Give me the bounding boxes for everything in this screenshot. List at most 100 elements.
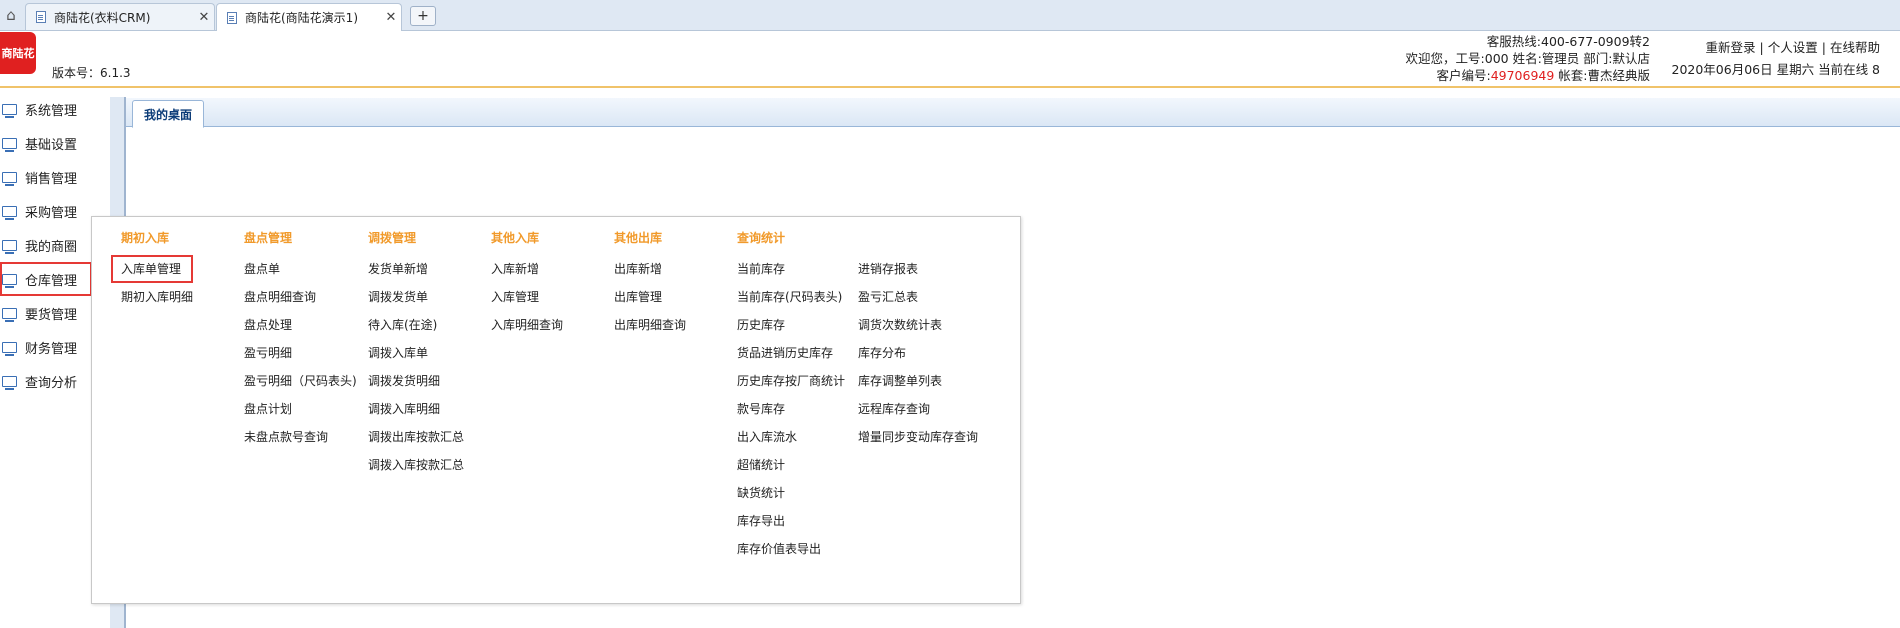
menu-item[interactable]: 增量同步变动库存查询 — [858, 423, 978, 451]
menu-item[interactable]: 调拨入库明细 — [368, 395, 464, 423]
menu-item[interactable]: 历史库存 — [737, 311, 845, 339]
menu-item[interactable]: 待入库(在途) — [368, 311, 464, 339]
menu-column-other-outbound: 其他出库 出库新增 出库管理 出库明细查询 — [614, 227, 686, 339]
monitor-icon — [2, 137, 17, 152]
menu-item[interactable]: 调货次数统计表 — [858, 311, 978, 339]
sidebar-item-label: 财务管理 — [25, 341, 78, 357]
customer-number: 49706949 — [1490, 68, 1555, 83]
close-icon[interactable]: ✕ — [381, 10, 401, 25]
sidebar-item-warehouse[interactable]: 仓库管理 — [0, 262, 92, 296]
menu-item[interactable]: 未盘点款号查询 — [244, 423, 357, 451]
sidebar-item-label: 查询分析 — [25, 375, 78, 391]
browser-tab-strip: ⌂ 商陆花(衣料CRM) ✕ 商陆花(商陆花演示1) ✕ + — [0, 0, 1900, 31]
sidebar-item-label: 基础设置 — [25, 137, 78, 153]
logo: 商陆花 — [0, 32, 36, 74]
menu-column-transfer: 调拨管理 发货单新增 调拨发货单 待入库(在途) 调拨入库单 调拨发货明细 调拨… — [368, 227, 464, 479]
header-actions: 重新登录 | 个人设置 | 在线帮助 2020年06月06日 星期六 当前在线 8 — [1672, 37, 1881, 81]
menu-item[interactable]: 出库管理 — [614, 283, 686, 311]
sidebar-item-label: 系统管理 — [25, 103, 78, 119]
menu-column-title: 盘点管理 — [244, 231, 293, 245]
monitor-icon — [2, 103, 17, 118]
document-icon — [36, 11, 46, 23]
menu-column-title — [858, 227, 978, 249]
menu-item[interactable]: 入库新增 — [491, 255, 563, 283]
menu-item[interactable]: 货品进销历史库存 — [737, 339, 845, 367]
menu-item[interactable]: 库存价值表导出 — [737, 535, 845, 563]
relogin-link[interactable]: 重新登录 — [1706, 40, 1756, 55]
sidebar-item-my-circle[interactable]: 我的商圈 — [0, 228, 92, 262]
menu-column-query-stats: 查询统计 当前库存 当前库存(尺码表头) 历史库存 货品进销历史库存 历史库存按… — [737, 227, 845, 563]
menu-column-title: 其他入库 — [491, 231, 540, 245]
sidebar-item-label: 采购管理 — [25, 205, 78, 221]
online-help-link[interactable]: 在线帮助 — [1830, 40, 1880, 55]
menu-item[interactable]: 入库单管理 — [111, 255, 194, 283]
warehouse-mega-menu: 期初入库 入库单管理 期初入库明细 盘点管理 盘点单 盘点明细查询 盘点处理 盈… — [91, 216, 1021, 604]
monitor-icon — [2, 273, 17, 288]
personal-settings-link[interactable]: 个人设置 — [1768, 40, 1818, 55]
monitor-icon — [2, 171, 17, 186]
menu-item[interactable]: 调拨入库按款汇总 — [368, 451, 464, 479]
menu-item[interactable]: 盘点计划 — [244, 395, 357, 423]
menu-item[interactable]: 入库明细查询 — [491, 311, 563, 339]
menu-item[interactable]: 当前库存 — [737, 255, 845, 283]
home-icon[interactable]: ⌂ — [0, 4, 22, 26]
menu-item[interactable]: 盈亏汇总表 — [858, 283, 978, 311]
menu-item[interactable]: 当前库存(尺码表头) — [737, 283, 845, 311]
menu-item[interactable]: 出库新增 — [614, 255, 686, 283]
menu-item[interactable]: 盘点单 — [244, 255, 357, 283]
sidebar: 系统管理 基础设置 销售管理 采购管理 我的商圈 仓库管理 要货管理 财务管理 … — [0, 92, 92, 398]
document-icon — [227, 11, 237, 24]
menu-item[interactable]: 调拨发货单 — [368, 283, 464, 311]
date-status: 2020年06月06日 星期六 当前在线 8 — [1671, 62, 1881, 77]
menu-item[interactable]: 调拨出库按款汇总 — [368, 423, 464, 451]
menu-item[interactable]: 历史库存按厂商统计 — [737, 367, 845, 395]
menu-item[interactable]: 出入库流水 — [737, 423, 845, 451]
menu-column-reports: 进销存报表 盈亏汇总表 调货次数统计表 库存分布 库存调整单列表 远程库存查询 … — [858, 227, 978, 451]
sidebar-item-finance[interactable]: 财务管理 — [0, 330, 92, 364]
sidebar-item-label: 仓库管理 — [25, 273, 78, 289]
monitor-icon — [2, 239, 17, 254]
menu-column-title: 期初入库 — [121, 231, 170, 245]
version-label: 版本号：6.1.3 — [52, 66, 131, 80]
close-icon[interactable]: ✕ — [194, 10, 214, 25]
menu-item[interactable]: 款号库存 — [737, 395, 845, 423]
sidebar-item-requisition[interactable]: 要货管理 — [0, 296, 92, 330]
sidebar-item-system[interactable]: 系统管理 — [0, 92, 92, 126]
browser-tab-crm[interactable]: 商陆花(衣料CRM) ✕ — [25, 3, 215, 30]
menu-item[interactable]: 缺货统计 — [737, 479, 845, 507]
menu-item[interactable]: 库存调整单列表 — [858, 367, 978, 395]
menu-column-title: 其他出库 — [614, 231, 663, 245]
menu-item[interactable]: 入库管理 — [491, 283, 563, 311]
menu-item[interactable]: 盈亏明细（尺码表头) — [244, 367, 357, 395]
customer-prefix: 客户编号: — [1436, 68, 1491, 83]
main-tab-bar — [126, 98, 1900, 127]
sidebar-item-label: 要货管理 — [25, 307, 78, 323]
menu-item[interactable]: 发货单新增 — [368, 255, 464, 283]
menu-item[interactable]: 盈亏明细 — [244, 339, 357, 367]
browser-tab-demo[interactable]: 商陆花(商陆花演示1) ✕ — [216, 3, 402, 31]
menu-column-stocktake: 盘点管理 盘点单 盘点明细查询 盘点处理 盈亏明细 盈亏明细（尺码表头) 盘点计… — [244, 227, 357, 451]
sidebar-item-purchase[interactable]: 采购管理 — [0, 194, 92, 228]
link-separator: | — [1759, 40, 1764, 55]
menu-item[interactable]: 调拨发货明细 — [368, 367, 464, 395]
menu-item[interactable]: 超储统计 — [737, 451, 845, 479]
menu-item[interactable]: 期初入库明细 — [121, 283, 193, 311]
new-tab-button[interactable]: + — [410, 6, 436, 26]
menu-column-other-inbound: 其他入库 入库新增 入库管理 入库明细查询 — [491, 227, 563, 339]
menu-item[interactable]: 调拨入库单 — [368, 339, 464, 367]
sidebar-item-sales[interactable]: 销售管理 — [0, 160, 92, 194]
menu-item[interactable]: 盘点处理 — [244, 311, 357, 339]
sidebar-item-label: 我的商圈 — [25, 239, 78, 255]
menu-item[interactable]: 库存导出 — [737, 507, 845, 535]
menu-item[interactable]: 远程库存查询 — [858, 395, 978, 423]
monitor-icon — [2, 307, 17, 322]
menu-item[interactable]: 盘点明细查询 — [244, 283, 357, 311]
sidebar-item-basic-settings[interactable]: 基础设置 — [0, 126, 92, 160]
menu-item[interactable]: 库存分布 — [858, 339, 978, 367]
menu-item[interactable]: 出库明细查询 — [614, 311, 686, 339]
welcome-text: 欢迎您，工号:000 姓名:管理员 部门:默认店 — [1405, 51, 1650, 66]
sidebar-item-query-analysis[interactable]: 查询分析 — [0, 364, 92, 398]
customer-line: 客户编号:49706949 帐套:曹杰经典版 — [1406, 67, 1650, 84]
tab-my-desktop[interactable]: 我的桌面 — [132, 100, 205, 128]
menu-item[interactable]: 进销存报表 — [858, 255, 978, 283]
